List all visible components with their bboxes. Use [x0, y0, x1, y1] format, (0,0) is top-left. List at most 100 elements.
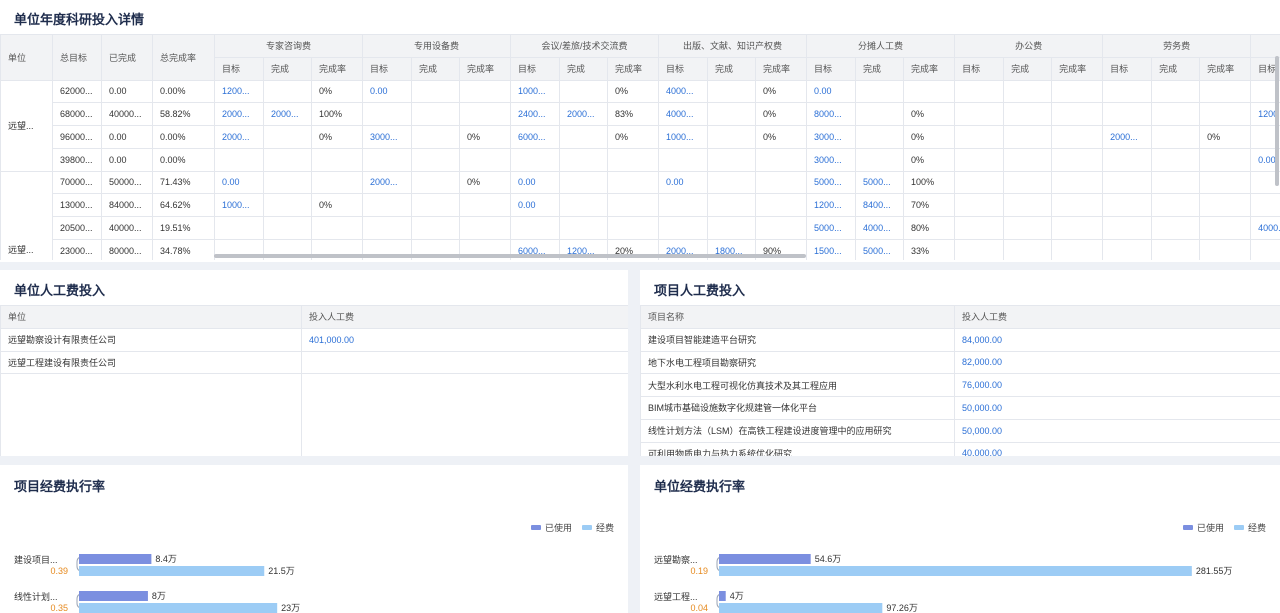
table-row[interactable]: 建设项目智能建造平台研究 84,000.00: [640, 327, 1280, 352]
table-cell: [1151, 79, 1201, 104]
col-sub-header: 完成率: [1199, 56, 1252, 81]
table-row[interactable]: 大型水利水电工程可视化仿真技术及其工程应用 76,000.00: [640, 373, 1280, 397]
table-cell: [1051, 147, 1104, 172]
category-label: 远望勘察...: [654, 554, 698, 565]
project-name: 大型水利水电工程可视化仿真技术及其工程应用: [640, 373, 955, 397]
table-cell: 2000...: [214, 102, 264, 126]
labor-value[interactable]: 401,000.00: [301, 327, 628, 352]
table-cell: [411, 102, 461, 126]
table-cell: [607, 170, 660, 195]
used-value-label: 8.4万: [155, 554, 177, 564]
table-cell: 64.62%: [152, 193, 215, 217]
unit-cell: 远望...: [0, 170, 53, 260]
table-cell: [1102, 102, 1153, 126]
table-cell: 0.00%: [152, 79, 215, 104]
table-row[interactable]: BIM城市基础设施数字化规建管一体化平台 50,000.00: [640, 396, 1280, 420]
col-group-header: 出版、文献、知识产权费: [658, 34, 808, 58]
labor-value[interactable]: 84,000.00: [954, 327, 1280, 352]
table-cell: [510, 216, 561, 240]
labor-value[interactable]: [301, 350, 628, 375]
table-row[interactable]: 可利用物质电力与热力系统优化研究 40,000.00: [640, 441, 1280, 456]
project-name: 线性计划方法（LSM）在高铁工程建设进度管理中的应用研究: [640, 418, 955, 443]
table-row[interactable]: 68000... 40000... 58.82% 2000... 2000... 100%…: [1, 102, 1280, 126]
table-cell: [459, 216, 512, 240]
project-name: 地下水电工程项目勘察研究: [640, 350, 955, 375]
table-cell: [411, 216, 461, 240]
table-cell: 0%: [607, 125, 660, 149]
table-row[interactable]: 线性计划方法（LSM）在高铁工程建设进度管理中的应用研究 50,000.00: [640, 418, 1280, 443]
table-row[interactable]: 96000... 0.00 0.00% 2000... 0% 3000... 0% 6000.…: [1, 125, 1280, 149]
table-cell: [263, 193, 312, 217]
table-cell: 0%: [310, 79, 364, 104]
used-bar: [79, 591, 148, 601]
table-cell: [707, 193, 757, 217]
used-value-label: 4万: [730, 591, 744, 601]
table-cell: 0%: [607, 79, 660, 104]
table-cell: 80%: [903, 216, 956, 240]
col-sub-header: 完成率: [1051, 56, 1104, 81]
table-row[interactable]: 远望工程建设有限责任公司: [0, 350, 628, 375]
labor-value[interactable]: 50,000.00: [954, 396, 1280, 420]
table-row[interactable]: 20500... 40000... 19.51% 5000... 4000... 80% 4…: [1, 216, 1280, 240]
table-cell: 34.78%: [152, 238, 215, 260]
table-cell: 0%: [459, 125, 512, 149]
col-header-labor: 投入人工费: [954, 305, 1280, 329]
table-cell: [755, 147, 808, 172]
horizontal-scrollbar[interactable]: [214, 254, 806, 258]
table-row[interactable]: 地下水电工程项目勘察研究 82,000.00: [640, 350, 1280, 375]
table-cell: [1003, 125, 1053, 149]
used-bar: [719, 591, 726, 601]
table-row[interactable]: 远望勘察设计有限责任公司 401,000.00: [0, 327, 628, 352]
col-header-fixed: 已完成: [101, 34, 153, 81]
table-cell: 1000...: [214, 193, 264, 217]
table-cell: [411, 147, 461, 172]
table-cell: 20500...: [52, 216, 102, 240]
table-cell: 40000...: [101, 216, 153, 240]
category-label: 建设项目...: [14, 554, 58, 565]
table-cell: [1102, 170, 1153, 195]
table-cell: 0%: [755, 79, 808, 104]
table-cell: [954, 102, 1005, 126]
execution-rate-label: 0.39: [50, 566, 68, 576]
table-cell: 50000...: [101, 170, 153, 195]
table-cell: 5000...: [855, 238, 905, 260]
labor-value[interactable]: 82,000.00: [954, 350, 1280, 375]
table-cell: 0.00: [101, 79, 153, 104]
labor-value[interactable]: 76,000.00: [954, 373, 1280, 397]
budget-bar: [719, 566, 1192, 576]
project-budget-chart-panel: 项目经费执行率 已使用 经费 建设项目... 0.39 8.4万 21.5万 线性计划.…: [0, 465, 628, 613]
table-cell: 2000...: [362, 170, 413, 195]
table-cell: 13000...: [52, 193, 102, 217]
table-cell: 0.00%: [152, 125, 215, 149]
table-cell: [658, 193, 709, 217]
table-cell: [1151, 147, 1201, 172]
col-group-header: 劳务费: [1102, 34, 1252, 58]
col-sub-header: 完成率: [310, 56, 364, 81]
table-cell: [310, 147, 364, 172]
labor-value[interactable]: 40,000.00: [954, 441, 1280, 456]
col-sub-header: 完成率: [903, 56, 956, 81]
table-cell: 1500...: [806, 238, 857, 260]
labor-value[interactable]: 50,000.00: [954, 418, 1280, 443]
table-cell: [1051, 79, 1104, 104]
table-cell: 0.00: [214, 170, 264, 195]
table-cell: [755, 193, 808, 217]
table-cell: [658, 147, 709, 172]
table-cell: [1151, 102, 1201, 126]
table-cell: 2400...: [510, 102, 561, 126]
used-bar: [79, 554, 152, 564]
table-cell: [1151, 125, 1201, 149]
table-cell: 3000...: [806, 125, 857, 149]
table-row[interactable]: 13000... 84000... 64.62% 1000... 0% 0.00 1200.…: [1, 193, 1280, 217]
table-cell: 0.00: [658, 170, 709, 195]
table-row[interactable]: 远望... 62000... 0.00 0.00% 1200... 0% 0.00 1000.…: [0, 79, 1280, 172]
table-row[interactable]: 远望... 70000... 50000... 71.43% 0.00 2000... 0%…: [0, 170, 1280, 260]
table-cell: 58.82%: [152, 102, 215, 126]
vertical-scrollbar[interactable]: [1275, 56, 1279, 186]
table-cell: [362, 102, 413, 126]
project-labor-table-wrap: 项目名称 投入人工费 建设项目智能建造平台研究 84,000.00 地下水电工程项…: [640, 305, 1280, 456]
table-cell: [1199, 79, 1252, 104]
table-row-empty: [0, 373, 628, 456]
table-row[interactable]: 39800... 0.00 0.00% 3000... 0% 0.00: [1, 147, 1280, 172]
table-cell: [1199, 147, 1252, 172]
